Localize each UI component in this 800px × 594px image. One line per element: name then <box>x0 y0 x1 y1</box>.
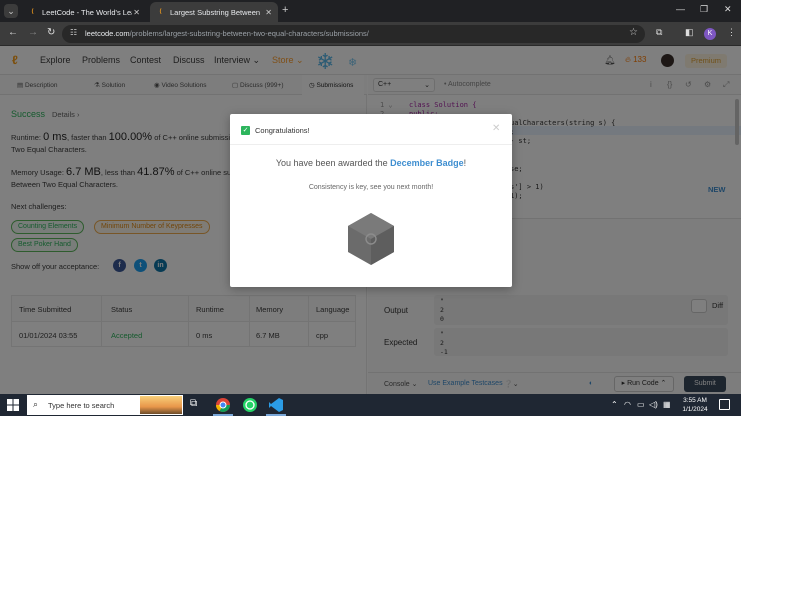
active-app-indicator <box>266 414 286 416</box>
clock-date: 1/1/2024 <box>682 406 708 413</box>
award-message: You have been awarded the December Badge… <box>275 158 467 168</box>
battery-icon[interactable]: ▭ <box>637 400 645 409</box>
address-bar[interactable]: ☷ leetcode.com/problems/largest-substrin… <box>62 25 645 43</box>
award-subtitle: Consistency is key, see you next month! <box>308 184 434 191</box>
screen: ⌄ ⟨ LeetCode - The World's Leadin ✕ ⟨ La… <box>0 0 741 416</box>
tab-search-icon[interactable]: ⌄ <box>4 4 18 18</box>
tab-close-icon[interactable]: ✕ <box>133 8 140 17</box>
active-app-indicator <box>213 414 233 416</box>
congratulations-modal: ✓ Congratulations! ✕ You have been award… <box>230 114 512 287</box>
chrome-icon[interactable] <box>215 397 231 413</box>
modal-header: ✓ Congratulations! ✕ <box>230 114 512 145</box>
tab-label: LeetCode - The World's Leadin <box>42 7 132 17</box>
restore-icon[interactable]: ❐ <box>700 4 708 15</box>
search-icon: ⌕ <box>33 399 39 409</box>
december-badge-icon <box>348 213 394 265</box>
search-highlight-image <box>140 396 182 414</box>
taskbar-search-box[interactable]: ⌕ Type here to search <box>27 395 183 415</box>
search-placeholder: Type here to search <box>48 401 115 410</box>
network-icon[interactable]: ◠ <box>624 400 631 409</box>
url-text: leetcode.com/problems/largest-substring-… <box>85 29 369 38</box>
browser-tab-leetcode-home[interactable]: ⟨ LeetCode - The World's Leadin ✕ <box>22 2 146 22</box>
clock-time: 3:55 AM <box>683 397 707 404</box>
bookmark-star-icon[interactable]: ☆ <box>629 27 638 38</box>
profile-avatar[interactable]: K <box>704 28 716 40</box>
leetcode-favicon-icon: ⟨ <box>159 8 162 15</box>
keyboard-icon[interactable]: ▦ <box>663 400 671 409</box>
forward-icon[interactable]: → <box>28 27 38 38</box>
tab-close-icon[interactable]: ✕ <box>265 8 272 17</box>
modal-title: Congratulations! <box>255 126 310 135</box>
browser-tab-problem[interactable]: ⟨ Largest Substring Between Two ✕ <box>150 2 278 22</box>
minimize-icon[interactable]: — <box>676 4 685 14</box>
task-view-icon[interactable]: ⧉ <box>190 398 197 409</box>
browser-tab-strip: ⌄ ⟨ LeetCode - The World's Leadin ✕ ⟨ La… <box>0 0 741 22</box>
new-tab-icon[interactable]: + <box>282 4 288 16</box>
sidepanel-icon[interactable]: ◧ <box>685 27 694 38</box>
check-icon: ✓ <box>241 126 250 135</box>
volume-icon[interactable]: ◁) <box>649 400 658 409</box>
show-hidden-icons[interactable]: ⌃ <box>611 400 618 409</box>
notification-center-icon[interactable] <box>719 399 730 410</box>
taskbar-clock[interactable]: 3:55 AM 1/1/2024 <box>678 396 712 414</box>
whatsapp-icon[interactable] <box>242 397 258 413</box>
extensions-icon[interactable]: ⧉ <box>656 27 662 38</box>
windows-start-icon[interactable] <box>7 399 19 411</box>
windows-taskbar: ⌕ Type here to search ⧉ ⌃ ◠ ▭ ◁) ▦ 3:55 … <box>0 394 741 416</box>
leetcode-favicon-icon: ⟨ <box>31 8 34 15</box>
browser-toolbar: ← → ↻ ☷ leetcode.com/problems/largest-su… <box>0 22 741 46</box>
reload-icon[interactable]: ↻ <box>47 27 55 38</box>
vscode-icon[interactable] <box>268 397 284 413</box>
back-icon[interactable]: ← <box>8 27 18 38</box>
tab-label: Largest Substring Between Two <box>170 7 260 17</box>
window-close-icon[interactable]: ✕ <box>724 4 732 15</box>
modal-close-icon[interactable]: ✕ <box>492 123 500 134</box>
site-info-icon[interactable]: ☷ <box>70 28 77 37</box>
browser-menu-icon[interactable]: ⋮ <box>727 27 736 38</box>
